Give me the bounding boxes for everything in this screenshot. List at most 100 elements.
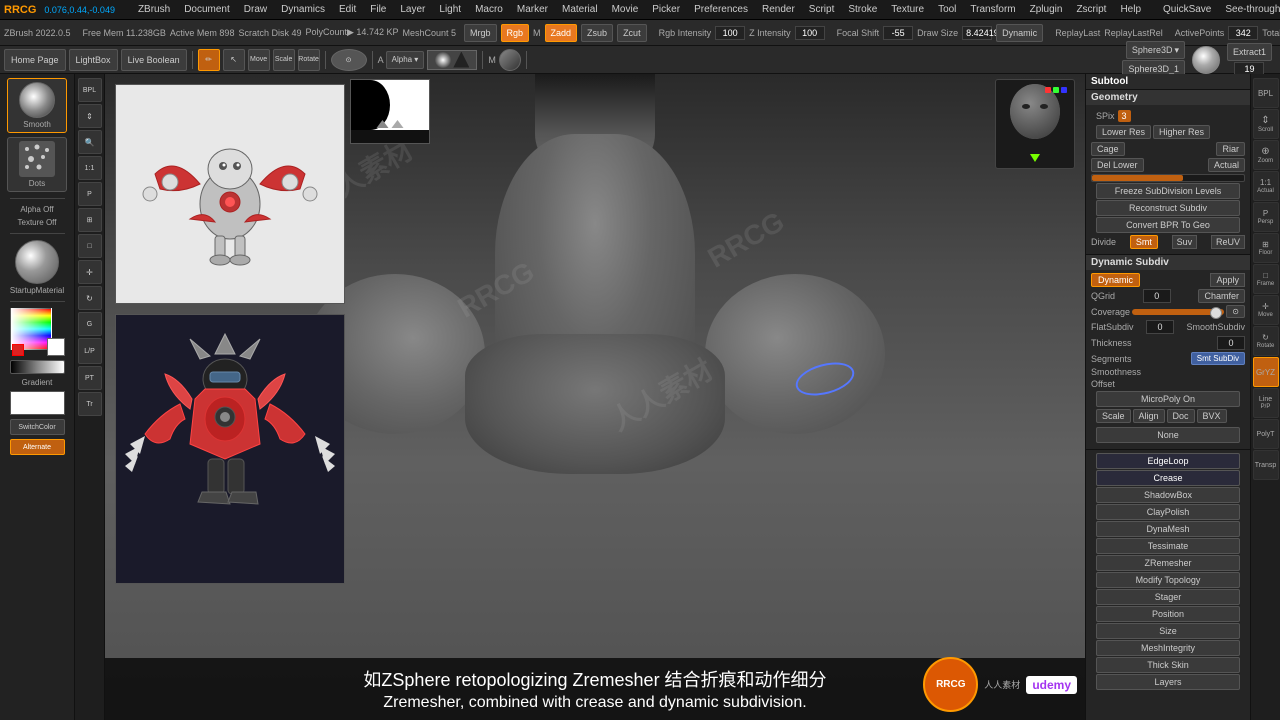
right-floor-btn[interactable]: ⊞ Floor bbox=[1253, 233, 1279, 263]
smt-subdiv-btn[interactable]: Smt SubDiv bbox=[1191, 352, 1245, 365]
del-lower-btn[interactable]: Del Lower bbox=[1091, 158, 1144, 172]
menu-tool[interactable]: Tool bbox=[935, 4, 959, 15]
edgeloop-btn[interactable]: EdgeLoop bbox=[1096, 453, 1240, 469]
vtool-gryz[interactable]: G bbox=[78, 312, 102, 336]
viewport-navigator[interactable] bbox=[995, 79, 1075, 169]
alpha-preview-panel[interactable] bbox=[350, 79, 430, 144]
convert-bpr-btn[interactable]: Convert BPR To Geo bbox=[1096, 217, 1240, 233]
vtool-persp[interactable]: P bbox=[78, 182, 102, 206]
focal-shift-value[interactable]: -55 bbox=[883, 26, 913, 40]
alternate-btn[interactable]: Alternate bbox=[10, 439, 65, 455]
mesh-integrity-btn[interactable]: MeshIntegrity bbox=[1096, 640, 1240, 656]
right-actual-btn[interactable]: 1:1 Actual bbox=[1253, 171, 1279, 201]
material-preview[interactable]: StartupMaterial bbox=[10, 240, 64, 295]
draw-tool-btn[interactable]: ✏ bbox=[198, 49, 220, 71]
suv-btn[interactable]: Suv bbox=[1172, 235, 1198, 249]
menu-zbrush[interactable]: ZBrush bbox=[135, 4, 173, 15]
flatsubdiv-value[interactable]: 0 bbox=[1146, 320, 1174, 334]
vtool-floor[interactable]: ⊞ bbox=[78, 208, 102, 232]
actual-btn[interactable]: Actual bbox=[1208, 158, 1245, 172]
rgb-intensity-value[interactable]: 100 bbox=[715, 26, 745, 40]
stager-btn[interactable]: Stager bbox=[1096, 589, 1240, 605]
active-tool-sphere[interactable]: ⊙ bbox=[331, 49, 367, 71]
subtool-header[interactable]: Subtool bbox=[1086, 74, 1250, 90]
zremesher-btn[interactable]: ZRemesher bbox=[1096, 555, 1240, 571]
mrgb-btn[interactable]: Mrgb bbox=[464, 24, 497, 42]
zadd-btn[interactable]: Zadd bbox=[545, 24, 578, 42]
lightbox-tab[interactable]: LightBox bbox=[69, 49, 118, 71]
vtool-move[interactable]: ✛ bbox=[78, 260, 102, 284]
menu-edit[interactable]: Edit bbox=[336, 4, 359, 15]
cursor-tool-btn[interactable]: ↖ bbox=[223, 49, 245, 71]
menu-marker[interactable]: Marker bbox=[514, 4, 551, 15]
coverage-slider[interactable] bbox=[1132, 309, 1224, 315]
move-tool-btn[interactable]: Move bbox=[248, 49, 270, 71]
thick-skin-btn[interactable]: Thick Skin bbox=[1096, 657, 1240, 673]
shadowbox-btn[interactable]: ShadowBox bbox=[1096, 487, 1240, 503]
coverage-val-btn[interactable]: ⊙ bbox=[1226, 305, 1245, 318]
z-intensity-value[interactable]: 100 bbox=[795, 26, 825, 40]
homepage-tab[interactable]: Home Page bbox=[4, 49, 66, 71]
reuv-btn[interactable]: ReUV bbox=[1211, 235, 1245, 249]
riar-btn[interactable]: Riar bbox=[1216, 142, 1245, 156]
right-zoom-btn[interactable]: ⊕ Zoom bbox=[1253, 140, 1279, 170]
canvas-area[interactable]: 人人素材 RRCG 人人素材 RRCG bbox=[105, 74, 1085, 720]
vtool-actual[interactable]: 1:1 bbox=[78, 156, 102, 180]
menu-transform[interactable]: Transform bbox=[967, 4, 1018, 15]
menu-document[interactable]: Document bbox=[181, 4, 233, 15]
gradient-bar[interactable] bbox=[10, 360, 65, 374]
right-scroll-btn[interactable]: ⇕ Scroll bbox=[1253, 109, 1279, 139]
live-boolean-tab[interactable]: Live Boolean bbox=[121, 49, 187, 71]
right-polyt-btn[interactable]: PolyT bbox=[1253, 419, 1279, 449]
vtool-frame[interactable]: □ bbox=[78, 234, 102, 258]
white-color-swatch[interactable] bbox=[10, 391, 65, 415]
size-btn[interactable]: Size bbox=[1096, 623, 1240, 639]
menu-zplugin[interactable]: Zplugin bbox=[1027, 4, 1066, 15]
doc-btn[interactable]: Doc bbox=[1167, 409, 1195, 423]
zcut-btn[interactable]: Zcut bbox=[617, 24, 647, 42]
menu-file[interactable]: File bbox=[367, 4, 389, 15]
reference-image-top[interactable] bbox=[115, 84, 345, 304]
menu-render[interactable]: Render bbox=[759, 4, 798, 15]
align-btn[interactable]: Align bbox=[1133, 409, 1165, 423]
menu-draw[interactable]: Draw bbox=[241, 4, 270, 15]
smt-btn[interactable]: Smt bbox=[1130, 235, 1158, 249]
position-btn[interactable]: Position bbox=[1096, 606, 1240, 622]
cage-btn[interactable]: Cage bbox=[1091, 142, 1125, 156]
see-through-btn[interactable]: See-through 0 bbox=[1222, 4, 1280, 15]
draw-size-value[interactable]: 8.42419 bbox=[962, 26, 992, 40]
vtool-bpl[interactable]: BPL bbox=[78, 78, 102, 102]
alpha-preview-small[interactable] bbox=[427, 50, 477, 70]
menu-dynamics[interactable]: Dynamics bbox=[278, 4, 328, 15]
sphere3d-btn[interactable]: Sphere3D ▾ bbox=[1126, 41, 1185, 59]
reconstruct-subdiv-btn[interactable]: Reconstruct Subdiv bbox=[1096, 200, 1240, 216]
menu-zscript[interactable]: Zscript bbox=[1073, 4, 1109, 15]
geometry-slider[interactable] bbox=[1091, 174, 1245, 182]
vtool-polyt[interactable]: PT bbox=[78, 366, 102, 390]
none-btn[interactable]: None bbox=[1096, 427, 1240, 443]
right-transp-btn[interactable]: Transp bbox=[1253, 450, 1279, 480]
right-linepp-btn[interactable]: Line P/P bbox=[1253, 388, 1279, 418]
zsub-btn[interactable]: Zsub bbox=[581, 24, 613, 42]
lower-res-btn[interactable]: Lower Res bbox=[1096, 125, 1151, 139]
scale-tool-btn[interactable]: Scale bbox=[273, 49, 295, 71]
layers-btn[interactable]: Layers bbox=[1096, 674, 1240, 690]
draw-mode-sphere[interactable] bbox=[499, 49, 521, 71]
right-move-btn[interactable]: ✛ Move bbox=[1253, 295, 1279, 325]
vtool-linepip[interactable]: L/P bbox=[78, 338, 102, 364]
menu-picker[interactable]: Picker bbox=[649, 4, 683, 15]
right-rotate3d-btn[interactable]: ↻ Rotate bbox=[1253, 326, 1279, 356]
rgb-btn[interactable]: Rgb bbox=[501, 24, 530, 42]
alpha-selector[interactable]: Alpha ▾ bbox=[386, 51, 425, 69]
menu-texture[interactable]: Texture bbox=[888, 4, 927, 15]
menu-script[interactable]: Script bbox=[806, 4, 838, 15]
material-sphere[interactable] bbox=[1192, 46, 1220, 74]
reference-image-bottom[interactable] bbox=[115, 314, 345, 584]
claypolish-btn[interactable]: ClayPolish bbox=[1096, 504, 1240, 520]
scale-btn[interactable]: Scale bbox=[1096, 409, 1131, 423]
chamfer-btn[interactable]: Chamfer bbox=[1198, 289, 1245, 303]
menu-stroke[interactable]: Stroke bbox=[845, 4, 880, 15]
right-persp-btn[interactable]: P Persp bbox=[1253, 202, 1279, 232]
dynamic-subdiv-btn[interactable]: Dynamic bbox=[1091, 273, 1140, 287]
dynamic-subdiv-title[interactable]: Dynamic Subdiv bbox=[1086, 255, 1250, 270]
